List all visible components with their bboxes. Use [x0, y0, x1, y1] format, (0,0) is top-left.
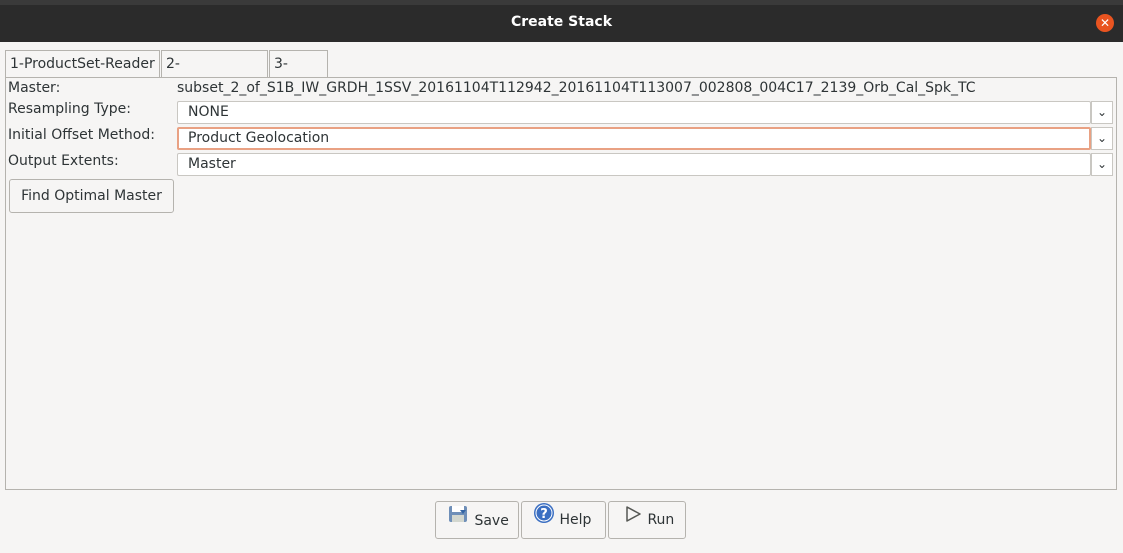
chevron-down-icon[interactable]: ⌄ [1091, 153, 1113, 176]
chevron-down-icon[interactable]: ⌄ [1091, 101, 1113, 124]
chevron-down-icon[interactable]: ⌄ [1091, 127, 1113, 150]
tab-label: 1-ProductSet-Reader [10, 56, 155, 72]
tab-productset-reader[interactable]: 1-ProductSet-Reader [5, 50, 160, 77]
help-label: Help [559, 512, 592, 528]
tab-write[interactable]: 3-Write [269, 50, 328, 99]
initial-offset-method-value: Product Geolocation [188, 130, 330, 146]
save-icon [446, 502, 470, 540]
tab-createstack[interactable]: 2-CreateStack [161, 50, 268, 99]
run-label: Run [647, 512, 675, 528]
svg-text:?: ? [540, 507, 548, 522]
close-icon[interactable]: ✕ [1096, 14, 1114, 32]
master-label: Master: [8, 80, 61, 96]
window-title: Create Stack [510, 14, 612, 30]
initial-offset-method-label: Initial Offset Method: [8, 127, 155, 143]
run-button[interactable]: Run [608, 501, 686, 539]
output-extents-select[interactable]: Master [177, 153, 1091, 176]
help-button[interactable]: ? Help [521, 501, 606, 539]
master-value: subset_2_of_S1B_IW_GRDH_1SSV_20161104T11… [177, 80, 976, 96]
output-extents-value: Master [188, 156, 236, 172]
resampling-type-value: NONE [188, 104, 229, 120]
resampling-type-select[interactable]: NONE [177, 101, 1091, 124]
save-label: Save [474, 513, 509, 529]
title-bar: Create Stack ✕ [0, 0, 1123, 42]
title-bar-strip [0, 0, 1123, 5]
initial-offset-method-select[interactable]: Product Geolocation [177, 127, 1091, 150]
output-extents-label: Output Extents: [8, 153, 119, 169]
play-icon [623, 502, 643, 538]
save-button[interactable]: Save [435, 501, 519, 539]
find-optimal-master-button[interactable]: Find Optimal Master [9, 179, 174, 213]
help-icon: ? [533, 502, 555, 538]
resampling-type-label: Resampling Type: [8, 101, 131, 117]
find-optimal-master-label: Find Optimal Master [21, 188, 162, 204]
